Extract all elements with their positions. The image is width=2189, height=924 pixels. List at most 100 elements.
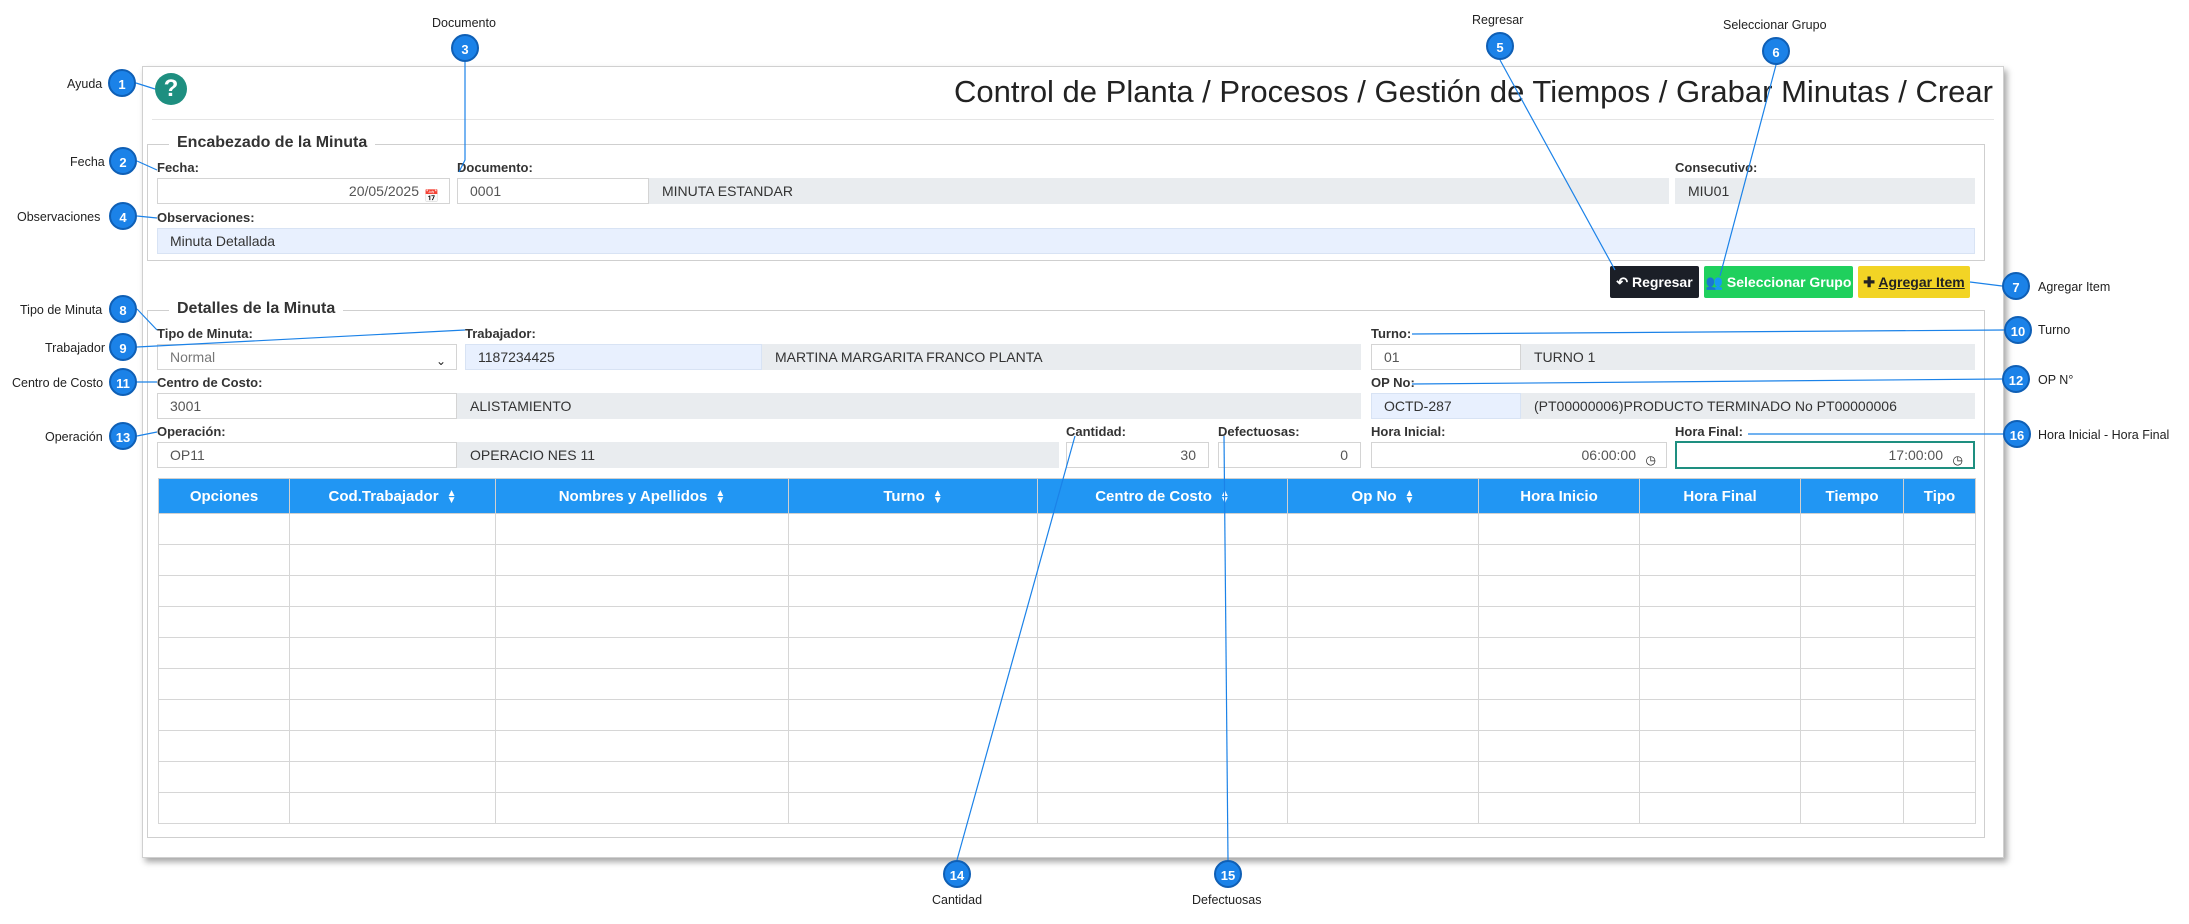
undo-icon: ↶ bbox=[1616, 274, 1629, 290]
fecha-input[interactable]: 20/05/2025 📅 bbox=[157, 178, 450, 204]
table-row bbox=[158, 544, 1976, 576]
column-header[interactable]: Cod.Trabajador ▲ ▼ bbox=[289, 478, 496, 514]
table-cell bbox=[788, 544, 1038, 576]
table-cell bbox=[1639, 668, 1801, 700]
cantidad-input[interactable]: 30 bbox=[1066, 442, 1209, 468]
table-cell bbox=[788, 730, 1038, 762]
op-no-code-input[interactable]: OCTD-287 bbox=[1371, 393, 1521, 419]
op-no-name-field: (PT00000006)PRODUCTO TERMINADO No PT0000… bbox=[1521, 393, 1975, 419]
turno-code-input[interactable]: 01 bbox=[1371, 344, 1521, 370]
table-cell bbox=[289, 792, 496, 824]
callout-label: Tipo de Minuta bbox=[20, 303, 103, 317]
table-cell bbox=[1287, 544, 1479, 576]
table-cell bbox=[1903, 668, 1976, 700]
table-cell bbox=[158, 761, 290, 793]
table-cell bbox=[1800, 544, 1904, 576]
column-header: Tiempo bbox=[1800, 478, 1904, 514]
table-cell bbox=[1287, 730, 1479, 762]
table-cell bbox=[495, 668, 789, 700]
table-cell bbox=[495, 575, 789, 607]
table-cell bbox=[495, 699, 789, 731]
consecutivo-label: Consecutivo: bbox=[1675, 160, 1758, 175]
callout-label: Seleccionar Grupo bbox=[1723, 18, 1827, 32]
column-header-label: Cod.Trabajador bbox=[328, 487, 439, 505]
table-cell bbox=[1478, 699, 1640, 731]
callout-badge: 9 bbox=[109, 333, 137, 361]
help-icon[interactable]: ? bbox=[155, 73, 187, 105]
hora-final-label: Hora Final: bbox=[1675, 424, 1743, 439]
sort-icon[interactable]: ▲ ▼ bbox=[715, 488, 725, 505]
cantidad-label: Cantidad: bbox=[1066, 424, 1126, 439]
documento-code-input[interactable]: 0001 bbox=[457, 178, 649, 204]
table-cell bbox=[1903, 606, 1976, 638]
details-legend: Detalles de la Minuta bbox=[169, 300, 344, 318]
column-header-label: Opciones bbox=[189, 487, 259, 505]
table-cell bbox=[1478, 544, 1640, 576]
calendar-icon[interactable]: 📅 bbox=[424, 184, 439, 203]
column-header[interactable]: Turno ▲ ▼ bbox=[788, 478, 1038, 514]
table-cell bbox=[1478, 637, 1640, 669]
table-cell bbox=[1037, 544, 1288, 576]
column-header: Opciones bbox=[158, 478, 290, 514]
column-header[interactable]: Op No ▲ ▼ bbox=[1287, 478, 1479, 514]
trabajador-code-input[interactable]: 1187234425 bbox=[465, 344, 762, 370]
column-header[interactable]: Centro de Costo ▲ ▼ bbox=[1037, 478, 1288, 514]
column-header[interactable]: Nombres y Apellidos ▲ ▼ bbox=[495, 478, 789, 514]
table-cell bbox=[1037, 513, 1288, 545]
operacion-label: Operación: bbox=[157, 424, 226, 439]
callout-badge: 15 bbox=[1214, 860, 1242, 888]
tipo-minuta-value: Normal bbox=[170, 349, 216, 365]
seleccionar-grupo-button[interactable]: 👥 Seleccionar Grupo bbox=[1704, 266, 1853, 298]
operacion-code-input[interactable]: OP11 bbox=[157, 442, 457, 468]
defectuosas-input[interactable]: 0 bbox=[1218, 442, 1361, 468]
callout-badge: 13 bbox=[109, 422, 137, 450]
callout-label: Cantidad bbox=[932, 893, 983, 907]
table-cell bbox=[788, 761, 1038, 793]
sort-icon[interactable]: ▲ ▼ bbox=[1405, 488, 1415, 505]
title-divider bbox=[152, 119, 1994, 120]
column-header-label: Centro de Costo bbox=[1095, 487, 1212, 505]
callout-badge: 12 bbox=[2002, 365, 2030, 393]
table-cell bbox=[1037, 792, 1288, 824]
observaciones-input[interactable]: Minuta Detallada bbox=[157, 228, 1975, 254]
table-cell bbox=[495, 792, 789, 824]
centro-costo-code-input[interactable]: 3001 bbox=[157, 393, 457, 419]
sort-icon[interactable]: ▲ ▼ bbox=[1220, 488, 1230, 505]
agregar-item-button[interactable]: ✚ Agregar Item bbox=[1858, 266, 1970, 298]
sort-icon[interactable]: ▲ ▼ bbox=[933, 488, 943, 505]
sort-icon[interactable]: ▲ ▼ bbox=[447, 488, 457, 505]
table-cell bbox=[1287, 761, 1479, 793]
clock-icon[interactable]: ◷ bbox=[1646, 448, 1656, 467]
table-body bbox=[158, 513, 1976, 824]
table-row bbox=[158, 575, 1976, 607]
tipo-minuta-select[interactable]: Normal ⌄ bbox=[157, 344, 457, 370]
hora-final-input[interactable]: 17:00:00 ◷ bbox=[1675, 441, 1975, 469]
table-cell bbox=[495, 637, 789, 669]
table-cell bbox=[158, 544, 290, 576]
table-cell bbox=[1037, 637, 1288, 669]
table-cell bbox=[788, 792, 1038, 824]
callout-badge: 10 bbox=[2004, 316, 2032, 344]
documento-label: Documento: bbox=[457, 160, 533, 175]
table-cell bbox=[1903, 699, 1976, 731]
callout-label: Ayuda bbox=[67, 77, 103, 91]
table-cell bbox=[1287, 513, 1479, 545]
callout-label: Centro de Costo bbox=[12, 376, 104, 390]
callout-label: Operación bbox=[45, 430, 103, 444]
regresar-button[interactable]: ↶ Regresar bbox=[1610, 266, 1699, 298]
table-cell bbox=[1639, 699, 1801, 731]
callout-badge: 6 bbox=[1762, 37, 1790, 65]
table-cell bbox=[1478, 513, 1640, 545]
table-cell bbox=[1800, 730, 1904, 762]
table-cell bbox=[1287, 575, 1479, 607]
hora-inicial-input[interactable]: 06:00:00 ◷ bbox=[1371, 442, 1667, 468]
table-cell bbox=[1639, 792, 1801, 824]
consecutivo-field: MIU01 bbox=[1675, 178, 1975, 204]
clock-icon[interactable]: ◷ bbox=[1953, 448, 1963, 467]
table-cell bbox=[158, 730, 290, 762]
table-cell bbox=[1639, 637, 1801, 669]
callout-badge: 14 bbox=[943, 860, 971, 888]
table-cell bbox=[1287, 668, 1479, 700]
callout-badge: 11 bbox=[109, 368, 137, 396]
callout-badge: 1 bbox=[108, 69, 136, 97]
